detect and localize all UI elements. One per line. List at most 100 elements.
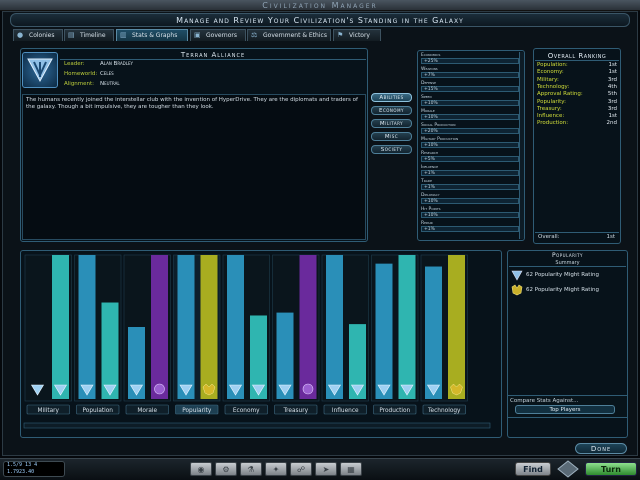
ships-icon[interactable]: ➤ <box>315 462 337 476</box>
abilities-button[interactable]: Abilities <box>371 93 412 102</box>
ranking-row: Popularity: 3rd <box>537 99 617 106</box>
ability-item: Speed +10% <box>421 95 519 106</box>
category-label[interactable]: Influence <box>332 408 359 414</box>
turn-button[interactable]: Turn <box>585 462 637 476</box>
category-label[interactable]: Population <box>83 408 114 414</box>
popularity-title: Popularity <box>551 252 583 259</box>
ability-item: Repair +1% <box>421 221 519 232</box>
alien-emblem-icon <box>154 383 165 395</box>
chart-bar <box>78 255 96 399</box>
research-icon[interactable]: ⚗ <box>240 462 262 476</box>
tab-label: Colonies <box>29 32 55 39</box>
ability-item: Military Production +10% <box>421 137 519 148</box>
ability-item: Hit Points +10% <box>421 207 519 218</box>
compare-select[interactable]: Top Players <box>515 405 615 414</box>
ranking-row: Technology: 4th <box>537 84 617 91</box>
overall-rank: Overall: 1st <box>535 232 619 241</box>
governor-icon: ▣ <box>194 31 201 39</box>
abilities-scrollbar[interactable] <box>519 52 524 239</box>
planet-icon[interactable]: ◉ <box>190 462 212 476</box>
diplomacy-icon[interactable]: ☍ <box>290 462 312 476</box>
stats-bar-chart: Military Population Morale Popularity Econom… <box>23 254 491 429</box>
compare-label: Compare Stats Against... <box>510 398 579 404</box>
ability-value: +10% <box>421 198 519 204</box>
ranking-label: Military: <box>537 76 559 83</box>
ranking-row: Population: 1st <box>537 62 617 69</box>
ability-item: Social Production +20% <box>421 123 519 134</box>
chart-bar <box>101 302 119 399</box>
ability-value: +1% <box>421 226 519 232</box>
chart-bar <box>299 255 317 399</box>
page-subtitle-bar: Manage and Review Your Civilization's St… <box>10 13 630 27</box>
ranking-row: Military: 3rd <box>537 77 617 84</box>
tab-governors[interactable]: ▣ Governors <box>190 29 246 41</box>
chart-bar <box>52 255 69 399</box>
category-label[interactable]: Production <box>379 408 410 414</box>
overall-label: Overall: <box>538 234 560 240</box>
ability-value: +5% <box>421 156 519 162</box>
ability-value: +10% <box>421 142 519 148</box>
tab-government-ethics[interactable]: ⚖ Government & Ethics <box>247 29 331 41</box>
tab-label: Government & Ethics <box>263 32 327 39</box>
tab-colonies[interactable]: ● Colonies <box>13 29 63 41</box>
turn-indicator-icon <box>557 460 579 478</box>
planet-icon: ● <box>17 31 24 39</box>
tab-stats-graphs[interactable]: ▥ Stats & Graphs <box>116 29 188 41</box>
chart-bar <box>448 255 465 399</box>
tab-label: Stats & Graphs <box>132 32 178 39</box>
ranking-row: Treasury: 3rd <box>537 106 617 113</box>
report-icon[interactable]: ▦ <box>340 462 362 476</box>
ability-item: Morale +10% <box>421 109 519 120</box>
tab-label: Victory <box>349 32 370 39</box>
chart-scrollbar[interactable] <box>23 422 491 429</box>
ranking-row: Economy: 1st <box>537 69 617 76</box>
ability-value: +20% <box>421 128 519 134</box>
ranking-value: 1st <box>608 62 617 68</box>
ranking-label: Influence: <box>537 113 565 120</box>
status-readout: 1.5/9 13 4 1.7923.40 <box>3 461 65 477</box>
chart-bar <box>326 255 343 399</box>
drengin-emblem-icon <box>511 284 523 296</box>
homeworld-label: Homeworld: <box>64 71 98 77</box>
ability-value: +7% <box>421 72 519 78</box>
chart-bar <box>375 263 393 399</box>
chart-bar <box>398 255 416 399</box>
galaxy-icon[interactable]: ✦ <box>265 462 287 476</box>
ability-value: +1% <box>421 184 519 190</box>
economy-button[interactable]: Economy <box>371 106 412 115</box>
window-title-bar: Civilization Manager <box>0 0 640 11</box>
ranking-value: 3rd <box>607 76 617 83</box>
find-button[interactable]: Find <box>515 462 551 476</box>
category-label[interactable]: Treasury <box>282 408 308 414</box>
ability-value: +10% <box>421 100 519 106</box>
category-label[interactable]: Technology <box>427 408 461 414</box>
ranking-label: Popularity: <box>537 98 567 105</box>
tab-label: Governors <box>206 32 237 39</box>
status-line-1: 1.5/9 13 4 <box>7 462 38 468</box>
ability-item: Economics +25% <box>421 53 519 64</box>
military-button[interactable]: Military <box>371 119 412 128</box>
ranking-label: Production: <box>537 120 569 127</box>
alignment-label: Alignment: <box>64 81 95 87</box>
done-button[interactable]: Done <box>575 443 627 454</box>
ranking-label: Approval Rating: <box>537 91 583 98</box>
category-label[interactable]: Popularity <box>182 408 212 414</box>
ranking-value: 3rd <box>607 98 617 105</box>
ability-value: +25% <box>421 58 519 64</box>
civ-name: Terran Alliance <box>60 51 366 60</box>
tab-label: Timeline <box>80 32 106 39</box>
popularity-row-text: 62 Popularity Might Rating <box>526 272 599 278</box>
shipyard-icon[interactable]: ⚙ <box>215 462 237 476</box>
category-label[interactable]: Military <box>38 408 60 414</box>
misc-button[interactable]: Misc <box>371 132 412 141</box>
tab-timeline[interactable]: ▤ Timeline <box>64 29 114 41</box>
ranking-row: Influence: 1st <box>537 113 617 120</box>
society-button[interactable]: Society <box>371 145 412 154</box>
popularity-summary: Summary <box>509 260 626 267</box>
ranking-title: Overall Ranking <box>535 51 619 61</box>
category-label[interactable]: Economy <box>233 408 260 414</box>
category-label[interactable]: Morale <box>137 408 157 414</box>
tab-victory[interactable]: ⚑ Victory <box>333 29 381 41</box>
ability-value: +1% <box>421 170 519 176</box>
popularity-row-text: 62 Popularity Might Rating <box>526 287 599 293</box>
